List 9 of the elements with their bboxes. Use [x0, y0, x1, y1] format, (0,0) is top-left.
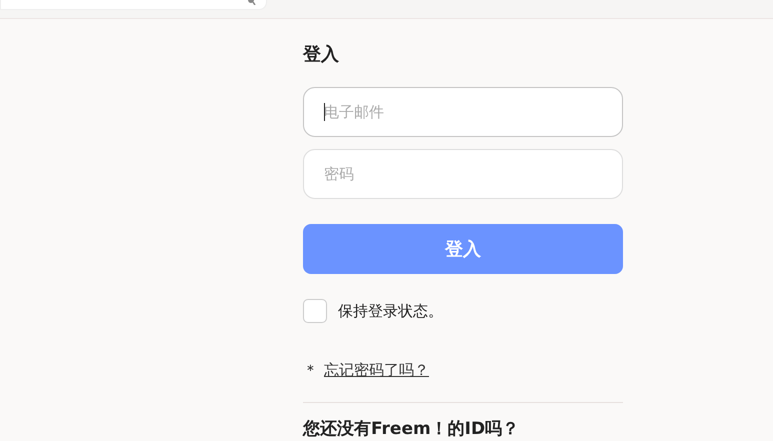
asterisk-mark: ＊ — [303, 361, 318, 380]
signup-heading: 您还没有Freem！的ID吗？ — [303, 418, 520, 440]
remember-checkbox[interactable] — [303, 299, 327, 323]
search-icon — [248, 0, 256, 5]
forgot-password-link[interactable]: 忘记密码了吗？ — [324, 361, 429, 380]
input-field[interactable]: 电子邮件 — [303, 87, 623, 137]
login-title: 登入 — [303, 43, 340, 67]
remember-label: 保持登录状态。 — [338, 302, 443, 320]
input-field[interactable]: 密码 — [303, 149, 623, 199]
